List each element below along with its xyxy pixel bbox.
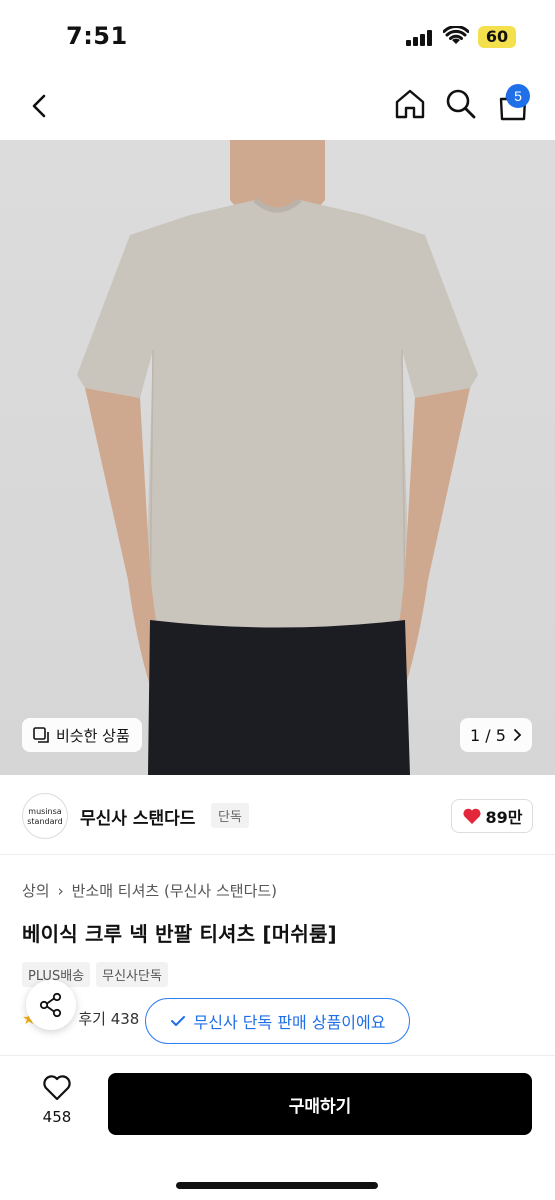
tag-exclusive: 무신사단독 [96,962,168,987]
brand-row: musinsa standard 무신사 스탠다드 단독 89만 [0,775,555,855]
similar-products-label: 비슷한 상품 [56,726,130,745]
bottom-action-bar: 458 구매하기 [0,1055,555,1200]
brand-logo-text-2: standard [27,817,63,826]
exclusive-toast: 무신사 단독 판매 상품이에요 [145,998,410,1044]
breadcrumb-separator-icon: › [57,881,64,900]
share-button[interactable] [26,980,76,1030]
buy-button[interactable]: 구매하기 [108,1073,532,1135]
similar-products-button[interactable]: 비슷한 상품 [22,718,142,752]
battery-indicator: 60 [478,26,516,48]
heart-outline-icon [43,1075,71,1101]
brand-logo[interactable]: musinsa standard [22,793,68,839]
cellular-signal-icon [406,30,434,46]
share-icon [39,992,62,1018]
home-icon[interactable] [392,86,428,122]
check-icon [170,1016,185,1026]
toast-text: 무신사 단독 판매 상품이에요 [193,1013,386,1032]
product-image[interactable] [0,140,555,775]
exclusive-tag: 단독 [211,803,249,828]
home-indicator [176,1182,378,1189]
brand-like-button[interactable]: 89만 [451,799,533,833]
wishlist-button[interactable]: 458 [28,1074,86,1144]
product-title: 베이식 크루 넥 반팔 티셔츠 [머쉬룸] [22,922,337,946]
nav-bar [0,72,555,140]
brand-logo-text-1: musinsa [28,807,62,816]
cart-count-badge: 5 [506,84,530,108]
heart-filled-icon [462,808,481,824]
breadcrumb-item-subcategory[interactable]: 반소매 티셔츠 (무신사 스탠다드) [72,880,277,901]
chevron-right-icon [514,729,522,741]
status-time: 7:51 [66,22,128,50]
brand-like-count: 89만 [485,808,523,827]
image-pager[interactable]: 1 / 5 [460,718,532,752]
breadcrumb-item-category[interactable]: 상의 [22,880,50,901]
product-photo [77,140,478,775]
chevron-left-icon[interactable] [24,90,56,122]
search-icon[interactable] [444,86,478,122]
brand-name[interactable]: 무신사 스탠다드 [80,804,195,829]
breadcrumb: 상의 › 반소매 티셔츠 (무신사 스탠다드) [22,880,277,901]
copy-icon [33,727,49,743]
wifi-icon [443,26,469,44]
status-bar: 7:51 60 [0,0,555,72]
image-pager-label: 1 / 5 [470,725,506,745]
wishlist-count: 458 [42,1108,72,1126]
review-count: 후기 438 [78,1010,140,1028]
